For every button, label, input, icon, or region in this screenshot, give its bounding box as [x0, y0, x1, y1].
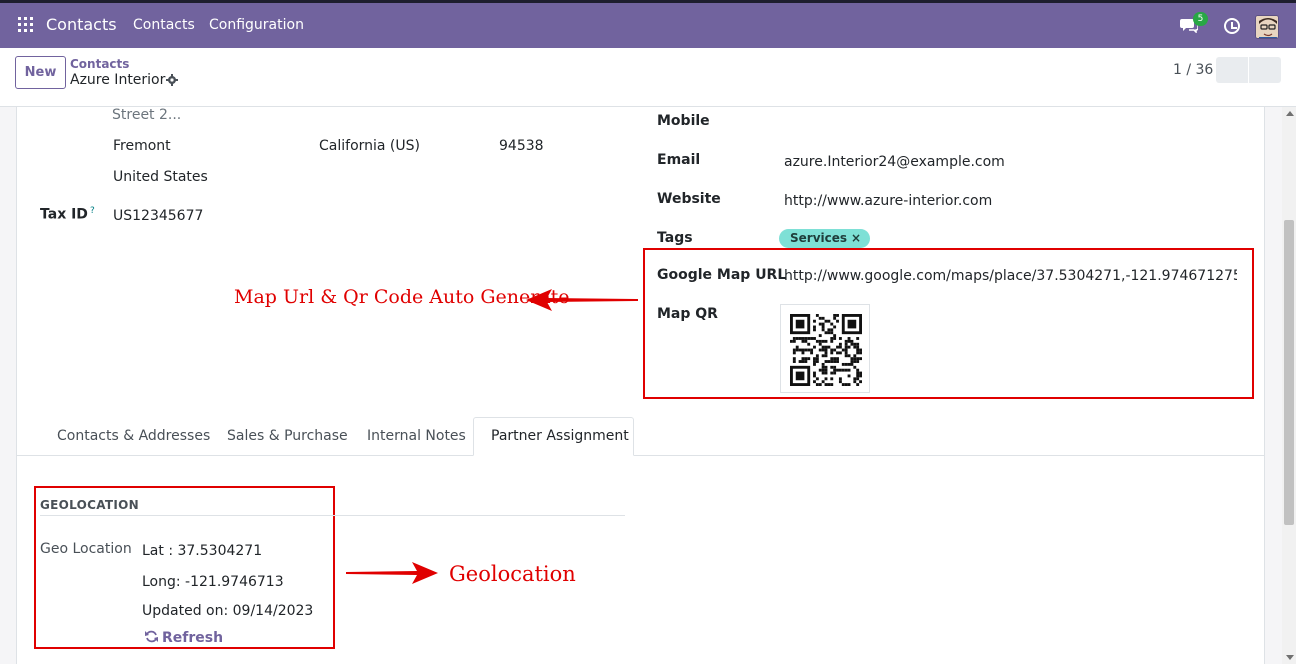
mobile-label: Mobile [657, 113, 710, 129]
clock-icon[interactable] [1224, 18, 1240, 34]
scroll-up-arrow-icon[interactable] [1286, 111, 1294, 116]
pager-value[interactable]: 1 / 36 [1173, 62, 1213, 78]
app-brand[interactable]: Contacts [46, 15, 117, 34]
tab-partner-assignment-label: Partner Assignment [491, 428, 629, 444]
tax-id-label: Tax ID? [40, 206, 95, 223]
longitude-value: Long: -121.9746713 [142, 574, 284, 590]
refresh-button[interactable]: Refresh [145, 630, 223, 646]
website-label: Website [657, 191, 721, 207]
control-panel: New Contacts Azure Interior 1 / 36 [0, 48, 1296, 107]
arrow-right-icon [346, 562, 438, 584]
breadcrumb-parent[interactable]: Contacts [70, 57, 129, 71]
tab-contacts-addresses[interactable]: Contacts & Addresses [57, 428, 210, 444]
apps-menu-icon[interactable] [18, 17, 33, 32]
email-label: Email [657, 152, 701, 168]
annotation-geo-text: Geolocation [449, 562, 576, 586]
street2-field[interactable]: Street 2... [112, 107, 181, 123]
website-field[interactable]: http://www.azure-interior.com [784, 193, 992, 209]
scrollbar-thumb[interactable] [1284, 220, 1294, 525]
top-navbar: Contacts Contacts Configuration 5 [0, 0, 1296, 48]
tab-internal-notes[interactable]: Internal Notes [367, 428, 466, 444]
tags-label: Tags [657, 230, 693, 246]
pager-previous-button[interactable] [1216, 57, 1248, 83]
menu-contacts[interactable]: Contacts [133, 17, 195, 33]
updated-on-value: Updated on: 09/14/2023 [142, 603, 314, 619]
chat-badge: 5 [1193, 12, 1208, 26]
tag-remove-icon[interactable]: × [851, 231, 861, 245]
annotation-map-text: Map Url & Qr Code Auto Generate [234, 286, 570, 308]
city-field[interactable]: Fremont [113, 138, 171, 154]
section-divider [40, 515, 625, 516]
arrow-left-icon [526, 289, 638, 311]
latitude-value: Lat : 37.5304271 [142, 543, 263, 559]
menu-configuration[interactable]: Configuration [209, 17, 304, 33]
breadcrumb-current: Azure Interior [70, 72, 166, 88]
avatar[interactable] [1255, 15, 1279, 39]
country-field[interactable]: United States [113, 169, 208, 185]
scroll-down-arrow-icon[interactable] [1286, 655, 1294, 660]
pager-next-button[interactable] [1249, 57, 1281, 83]
state-field[interactable]: California (US) [319, 138, 420, 154]
refresh-icon [145, 630, 158, 643]
tab-sales-purchase[interactable]: Sales & Purchase [227, 428, 348, 444]
annotation-box-map [643, 248, 1254, 399]
tab-partner-assignment[interactable]: Partner Assignment [473, 417, 634, 456]
email-field[interactable]: azure.Interior24@example.com [784, 154, 1005, 170]
new-button[interactable]: New [15, 56, 66, 89]
gear-icon[interactable] [166, 74, 178, 86]
tax-id-field[interactable]: US12345677 [113, 208, 203, 224]
tabs-divider [16, 455, 1265, 456]
geolocation-section-title: GEOLOCATION [40, 498, 140, 512]
zip-field[interactable]: 94538 [499, 138, 544, 154]
tag-services[interactable]: Services × [779, 229, 871, 248]
geo-location-label: Geo Location [40, 541, 132, 557]
help-icon[interactable]: ? [90, 206, 95, 216]
